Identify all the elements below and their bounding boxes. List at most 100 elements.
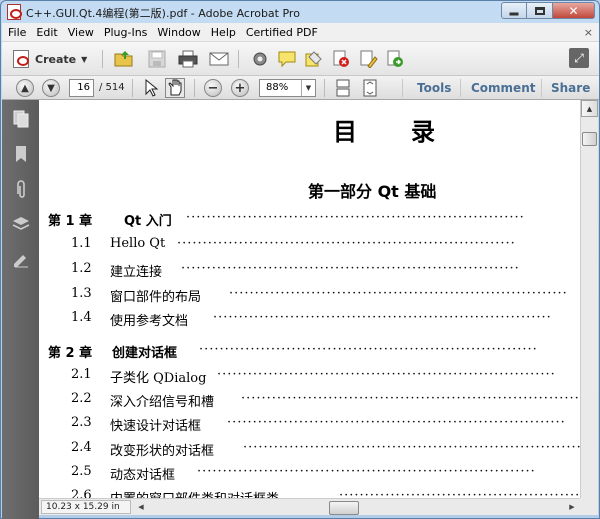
acrobat-icon: [7, 4, 22, 20]
scroll-right-button[interactable]: ▶: [565, 500, 579, 514]
toc-number: 2.4: [71, 440, 92, 455]
document-close-icon[interactable]: ×: [584, 26, 593, 39]
toc-number: 1.2: [71, 261, 92, 276]
toc-number: 1.1: [71, 236, 92, 251]
cursor-arrow-icon: [145, 79, 158, 97]
print-button[interactable]: [178, 49, 198, 69]
navigation-pane: [2, 100, 39, 519]
page-number-input[interactable]: 16: [69, 79, 94, 97]
menu-window[interactable]: Window: [157, 26, 200, 39]
toc-section[interactable]: 2.2 深入介绍信号和槽 ···························…: [39, 391, 580, 411]
minimize-button[interactable]: [501, 2, 527, 19]
hand-tool-button[interactable]: [165, 78, 185, 98]
share-pane-button[interactable]: Share: [551, 81, 590, 95]
toolbar-divider: [541, 79, 542, 97]
comment-pane-button[interactable]: Comment: [471, 81, 535, 95]
next-page-button[interactable]: ▼: [42, 79, 60, 97]
open-folder-button[interactable]: [114, 49, 134, 69]
create-pdf-icon: [13, 50, 29, 68]
arrow-up-icon: ▲: [21, 82, 29, 94]
horizontal-scroll-track[interactable]: [149, 500, 565, 515]
minus-icon: −: [207, 80, 219, 96]
sign-button[interactable]: [358, 49, 378, 69]
toc-number: 2.6: [71, 488, 92, 498]
zoom-out-button[interactable]: −: [204, 79, 222, 97]
toc-section[interactable]: 2.3 快速设计对话框 ····························…: [39, 415, 580, 435]
layers-button[interactable]: [12, 215, 30, 233]
fit-page-icon: [363, 79, 377, 97]
page-size-indicator: 10.23 x 15.29 in: [41, 500, 131, 514]
toc-section[interactable]: 2.6 内置的窗口部件类和对话框类 ······················…: [39, 488, 580, 498]
save-icon: [148, 50, 166, 68]
signature-pen-icon: [14, 255, 28, 268]
vertical-scrollbar[interactable]: ▲: [580, 100, 598, 498]
chevron-down-icon[interactable]: ▼: [301, 80, 315, 96]
toolbar-divider: [402, 79, 403, 97]
toc-section[interactable]: 1.2 建立连接 ·······························…: [39, 261, 580, 281]
expand-button[interactable]: ⤢: [569, 48, 589, 68]
toc-text: Hello Qt: [110, 236, 166, 251]
scroll-pages-icon: [336, 79, 350, 97]
document-page[interactable]: 目 录 第一部分 Qt 基础 第 1 章 Qt 入门 ·············…: [39, 100, 580, 498]
zoom-select[interactable]: 88% ▼: [259, 79, 316, 97]
menu-view[interactable]: View: [68, 26, 94, 39]
menu-file[interactable]: File: [8, 26, 26, 39]
maximize-button[interactable]: [527, 2, 553, 19]
fit-page-button[interactable]: [360, 78, 380, 98]
menu-edit[interactable]: Edit: [36, 26, 57, 39]
previous-page-button[interactable]: ▲: [16, 79, 34, 97]
toc-text: 创建对话框: [112, 346, 178, 361]
navigation-toolbar: ▲ ▼ 16 / 514 − + 88% ▼ Tools Comment Sha…: [2, 76, 599, 100]
comment-tool-button[interactable]: [277, 49, 297, 69]
expand-icon: ⤢: [574, 50, 584, 65]
chevron-down-icon: ▼: [81, 54, 88, 64]
bookmarks-button[interactable]: [12, 145, 30, 163]
main-toolbar: Create ▼ ⤢: [2, 42, 599, 76]
create-button[interactable]: Create ▼: [12, 48, 94, 70]
toc-leader: ········································…: [241, 391, 580, 406]
scroll-left-button[interactable]: ◀: [134, 500, 148, 514]
toc-section[interactable]: 2.1 子类化 QDialog ························…: [39, 367, 580, 387]
toc-section[interactable]: 2.4 改变形状的对话框 ···························…: [39, 440, 580, 460]
settings-button[interactable]: [250, 49, 270, 69]
page-thumbnails-button[interactable]: [12, 110, 30, 128]
toolbar-divider: [194, 79, 195, 97]
close-button[interactable]: ✕: [553, 2, 595, 19]
toc-section[interactable]: 1.4 使用参考文档 ·····························…: [39, 310, 580, 330]
toc-leader: ········································…: [217, 367, 556, 382]
toc-text: 深入介绍信号和槽: [110, 395, 215, 410]
signatures-button[interactable]: [12, 250, 30, 268]
horizontal-scrollbar[interactable]: 10.23 x 15.29 in ◀ ▶: [39, 498, 598, 515]
resize-grip[interactable]: [580, 498, 598, 515]
arrow-down-icon: ▼: [47, 82, 55, 94]
toc-leader: ········································…: [229, 286, 568, 301]
scroll-mode-button[interactable]: [333, 78, 353, 98]
toc-section[interactable]: 2.5 动态对话框 ······························…: [39, 464, 580, 484]
toc-number: 2.1: [71, 367, 92, 382]
toc-section[interactable]: 1.3 窗口部件的布局 ····························…: [39, 286, 580, 306]
zoom-in-button[interactable]: +: [231, 79, 249, 97]
toc-leader: ········································…: [186, 210, 525, 225]
toc-chapter[interactable]: 第 1 章 Qt 入门 ····························…: [39, 210, 580, 230]
tools-pane-button[interactable]: Tools: [417, 81, 451, 95]
highlight-button[interactable]: [304, 49, 324, 69]
toc-number: 第 2 章: [48, 346, 93, 361]
attachments-button[interactable]: [12, 180, 30, 198]
delete-button[interactable]: [331, 49, 351, 69]
toolbar-divider: [238, 50, 239, 68]
scroll-up-button[interactable]: ▲: [581, 100, 598, 117]
select-tool-button[interactable]: [141, 78, 161, 98]
email-button[interactable]: [209, 49, 229, 69]
minimize-icon: [509, 12, 519, 15]
toc-chapter[interactable]: 第 2 章 创建对话框 ····························…: [39, 342, 580, 362]
menu-help[interactable]: Help: [211, 26, 236, 39]
horizontal-scroll-thumb[interactable]: [329, 501, 359, 515]
menu-plugins[interactable]: Plug-Ins: [104, 26, 148, 39]
title-bar[interactable]: C++.GUI.Qt.4编程(第二版).pdf - Adobe Acrobat …: [1, 1, 599, 23]
vertical-scroll-thumb[interactable]: [582, 132, 597, 146]
save-button[interactable]: [147, 49, 167, 69]
secure-button[interactable]: [385, 49, 405, 69]
menu-certified-pdf[interactable]: Certified PDF: [246, 26, 318, 39]
toc-section[interactable]: 1.1 Hello Qt ···························…: [39, 236, 580, 256]
toc-leader: ········································…: [177, 236, 516, 251]
